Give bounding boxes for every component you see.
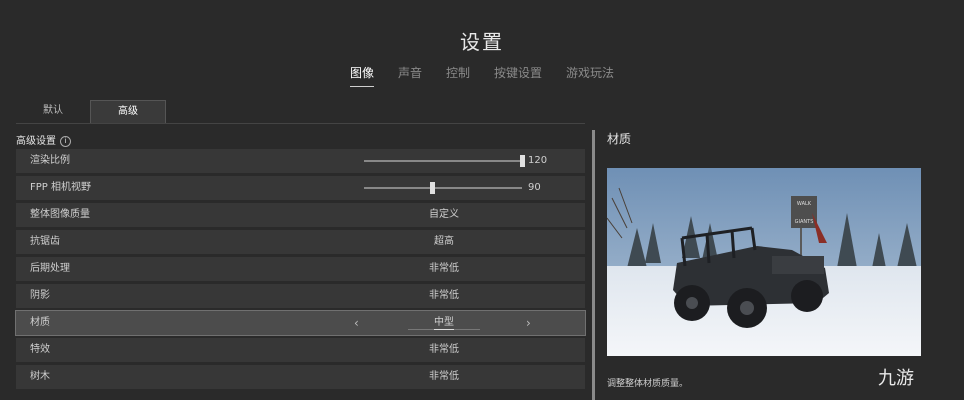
main-tabs: 图像 声音 控制 按键设置 游戏玩法 xyxy=(0,64,964,87)
setting-label: 抗锯齿 xyxy=(30,236,60,247)
tab-controls[interactable]: 控制 xyxy=(446,64,470,87)
settings-scrollbar[interactable] xyxy=(592,130,595,400)
tab-gameplay[interactable]: 游戏玩法 xyxy=(566,64,614,87)
subtab-advanced[interactable]: 高级 xyxy=(90,100,166,123)
setting-label: 材质 xyxy=(30,317,50,328)
detail-title: 材质 xyxy=(607,132,632,146)
setting-overall-quality[interactable]: 整体图像质量 自定义 xyxy=(16,203,585,227)
render-scale-slider-handle[interactable] xyxy=(520,155,525,167)
setting-value: 中型 xyxy=(434,317,454,328)
setting-value: 超高 xyxy=(434,236,454,247)
option-indicator xyxy=(408,329,480,330)
tab-sound[interactable]: 声音 xyxy=(398,64,422,87)
setting-label: 整体图像质量 xyxy=(30,209,90,220)
sub-tabs: 默认 高级 xyxy=(16,100,166,123)
setting-value: 非常低 xyxy=(429,263,459,274)
setting-foliage[interactable]: 树木 非常低 xyxy=(16,365,585,389)
render-scale-slider[interactable] xyxy=(364,160,522,162)
setting-value: 非常低 xyxy=(429,371,459,382)
settings-list: 渲染比例 120 FPP 相机视野 90 整体图像质量 自定义 抗锯齿 超高 后… xyxy=(15,149,586,392)
setting-textures[interactable]: 材质 ‹ 中型 › xyxy=(15,310,586,336)
setting-label: FPP 相机视野 xyxy=(30,182,91,193)
section-title-text: 高级设置 xyxy=(16,136,56,147)
watermark-logo: 九游 xyxy=(878,368,914,389)
setting-value: 自定义 xyxy=(429,209,459,220)
fpp-fov-slider-handle[interactable] xyxy=(429,182,435,194)
setting-render-scale[interactable]: 渲染比例 120 xyxy=(16,149,585,173)
setting-post-processing[interactable]: 后期处理 非常低 xyxy=(16,257,585,281)
setting-shadows[interactable]: 阴影 非常低 xyxy=(16,284,585,308)
setting-label: 特效 xyxy=(30,344,50,355)
sign-text-walk: WALK xyxy=(797,201,812,207)
detail-description: 调整整体材质质量。 xyxy=(607,379,689,389)
sign-text-giants: GIANTS xyxy=(795,219,814,225)
setting-fpp-fov[interactable]: FPP 相机视野 90 xyxy=(16,176,585,200)
chevron-right-icon[interactable]: › xyxy=(526,311,531,335)
slider-value: 120 xyxy=(528,155,548,166)
info-icon[interactable]: i xyxy=(60,135,71,147)
setting-label: 树木 xyxy=(30,371,50,382)
tab-graphics[interactable]: 图像 xyxy=(349,64,374,87)
setting-label: 渲染比例 xyxy=(30,155,70,166)
tab-keybindings[interactable]: 按键设置 xyxy=(494,64,542,87)
section-title: 高级设置 i xyxy=(16,132,71,147)
chevron-left-icon[interactable]: ‹ xyxy=(354,311,359,335)
slider-value: 90 xyxy=(528,182,541,193)
settings-title: 设置 xyxy=(460,30,504,54)
setting-label: 后期处理 xyxy=(30,263,70,274)
subtab-divider xyxy=(16,123,585,124)
setting-label: 阴影 xyxy=(30,290,50,301)
subtab-default[interactable]: 默认 xyxy=(16,100,90,122)
setting-effects[interactable]: 特效 非常低 xyxy=(16,338,585,362)
setting-value: 非常低 xyxy=(429,344,459,355)
fpp-fov-slider[interactable] xyxy=(364,187,522,189)
texture-preview-image: WALK GIANTS xyxy=(607,168,921,356)
setting-anti-aliasing[interactable]: 抗锯齿 超高 xyxy=(16,230,585,254)
setting-value: 非常低 xyxy=(429,290,459,301)
